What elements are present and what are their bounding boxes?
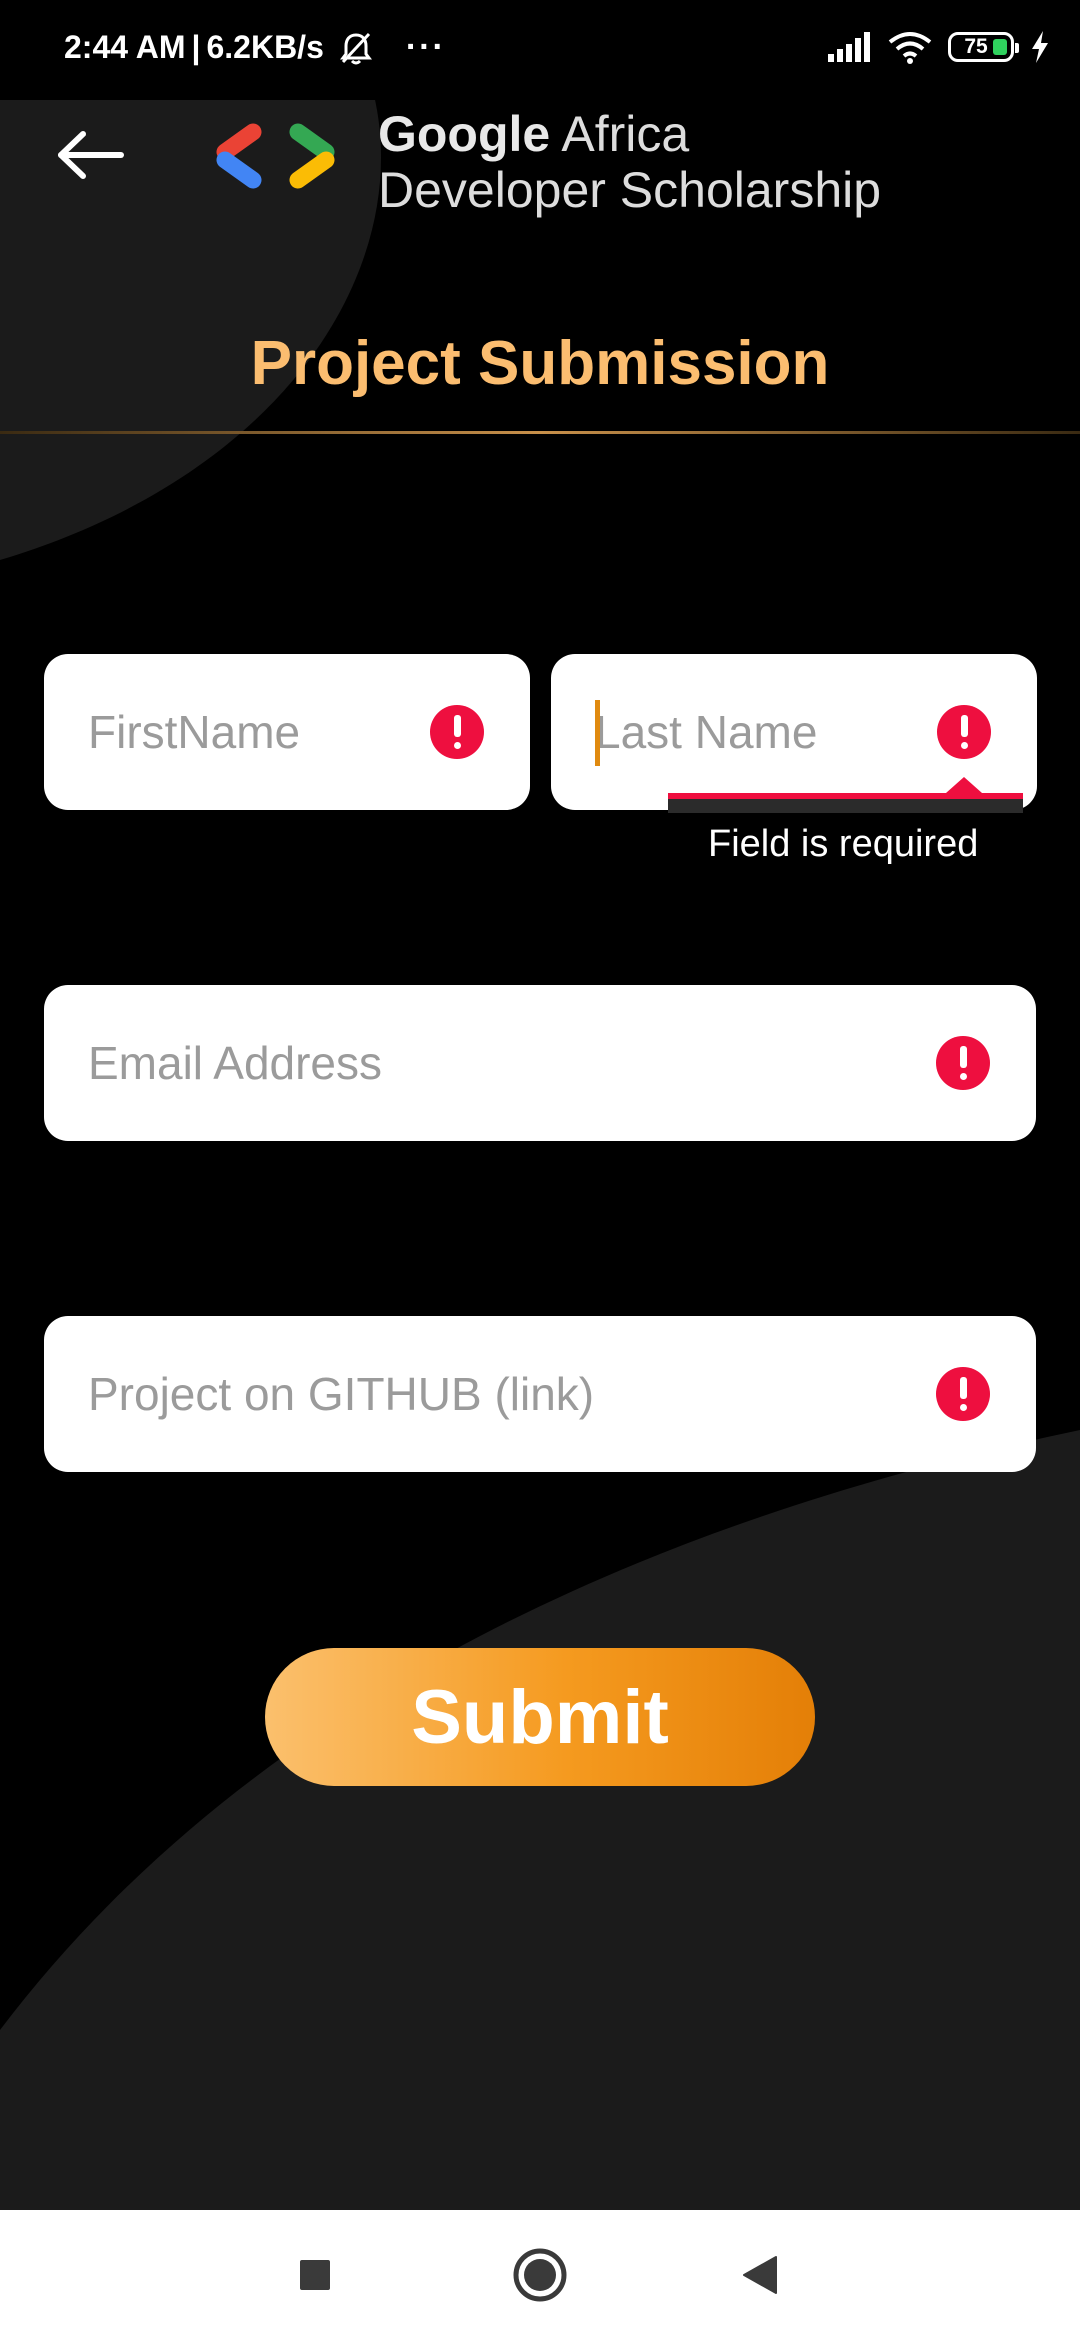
text-cursor — [595, 700, 600, 766]
brand-google: Google — [378, 106, 551, 162]
brand-africa: Africa — [550, 106, 690, 162]
status-separator: | — [191, 29, 201, 65]
back-triangle-icon — [743, 2256, 777, 2294]
dnd-off-icon — [339, 32, 372, 64]
signal-icon — [828, 32, 870, 62]
github-link-field[interactable]: Project on GITHUB (link) — [44, 1316, 1036, 1472]
status-network-speed: 6.2KB/s — [206, 29, 324, 65]
back-button[interactable] — [50, 120, 130, 190]
google-developers-logo — [216, 123, 335, 189]
back-nav-button[interactable] — [700, 2210, 820, 2340]
tooltip-pointer — [946, 777, 982, 793]
recents-square-icon — [300, 2260, 330, 2290]
home-button[interactable] — [480, 2210, 600, 2340]
screen: 2:44 AM | 6.2KB/s ··· 75 Google Africa D… — [0, 0, 1080, 2340]
system-nav-bar — [0, 2210, 1080, 2340]
first-name-placeholder: FirstName — [88, 706, 301, 758]
error-tooltip: Field is required — [668, 777, 1023, 883]
brand-title: Google Africa Developer Scholarship — [378, 106, 881, 218]
charging-icon — [1032, 31, 1048, 63]
arrow-left-icon — [58, 131, 124, 179]
status-left: 2:44 AM | 6.2KB/s ··· — [64, 28, 446, 67]
battery-level: 75 — [964, 35, 988, 58]
brand-subtitle: Developer Scholarship — [378, 162, 882, 218]
page-title: Project Submission — [250, 329, 830, 398]
email-field[interactable]: Email Address — [44, 985, 1036, 1141]
home-circle-icon — [513, 2248, 567, 2302]
battery-icon: 75 — [948, 32, 1019, 62]
email-placeholder: Email Address — [88, 1037, 383, 1089]
status-time: 2:44 AM — [64, 29, 186, 65]
wifi-icon — [888, 32, 932, 64]
submit-label: Submit — [411, 1674, 669, 1760]
error-message: Field is required — [708, 823, 979, 865]
status-bar: 2:44 AM | 6.2KB/s ··· 75 — [0, 0, 1080, 100]
github-link-placeholder: Project on GITHUB (link) — [88, 1368, 595, 1420]
first-name-field[interactable]: FirstName — [44, 654, 530, 810]
error-icon[interactable] — [936, 1367, 990, 1421]
more-indicator: ··· — [405, 28, 446, 66]
error-icon[interactable] — [936, 1036, 990, 1090]
error-icon[interactable] — [430, 705, 484, 759]
status-right: 75 — [828, 30, 1050, 64]
submit-button[interactable]: Submit — [265, 1648, 815, 1786]
recents-button[interactable] — [255, 2210, 375, 2340]
last-name-placeholder: Last Name — [595, 706, 818, 758]
title-divider — [0, 431, 1080, 434]
error-icon[interactable] — [937, 705, 991, 759]
